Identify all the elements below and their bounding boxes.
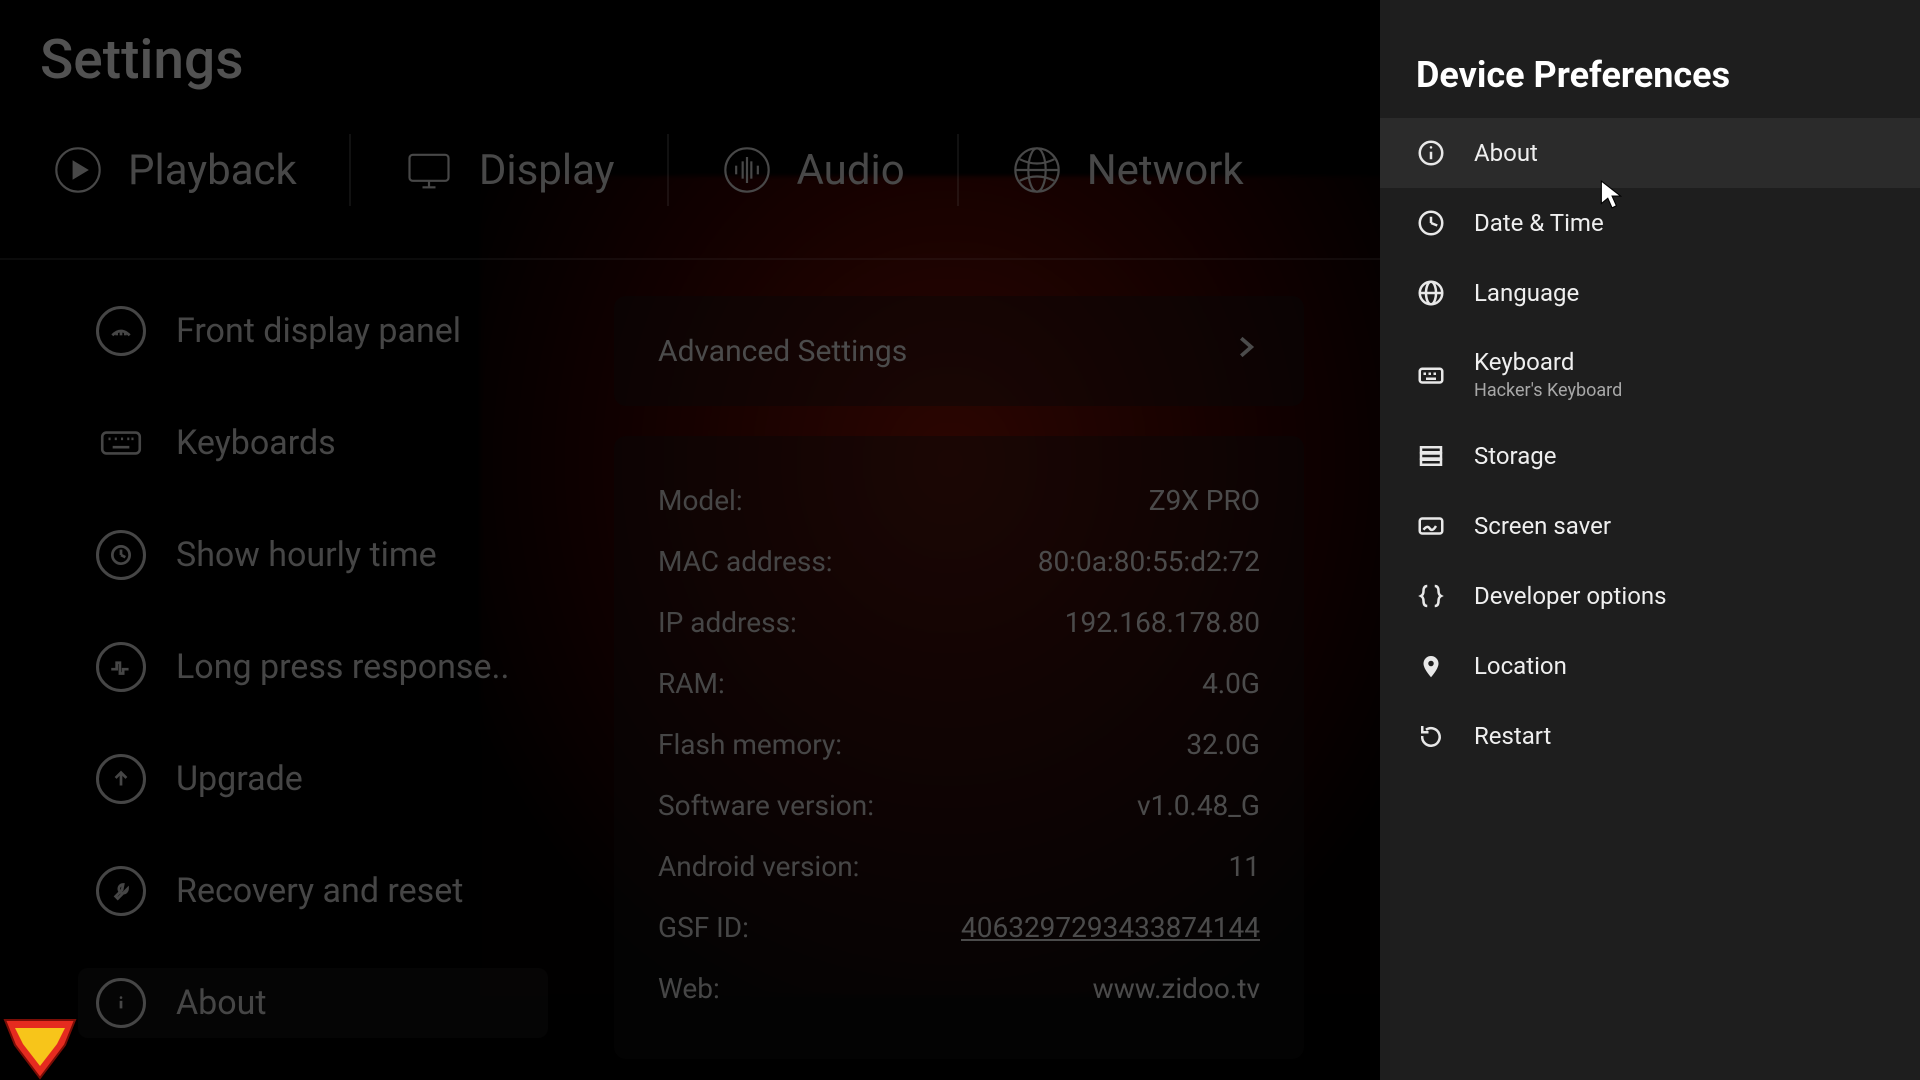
info-value: Z9X PRO [1149,484,1260,517]
drawer-item-storage[interactable]: Storage [1380,421,1920,491]
tab-label: Playback [128,146,297,195]
info-row-model: Model: Z9X PRO [658,470,1260,531]
wrench-icon [96,866,146,916]
info-row-software-version: Software version: v1.0.48_G [658,775,1260,836]
restart-icon [1416,721,1446,751]
drawer-item-developer-options[interactable]: Developer options [1380,561,1920,631]
drawer-item-date-time[interactable]: Date & Time [1380,188,1920,258]
info-icon [96,978,146,1028]
drawer-item-label: Screen saver [1474,512,1611,540]
info-label: Web: [658,972,720,1005]
screensaver-icon [1416,511,1446,541]
braces-icon [1416,581,1446,611]
drawer-item-location[interactable]: Location [1380,631,1920,701]
sidebar-item-keyboards[interactable]: Keyboards [78,408,548,478]
advanced-settings-label: Advanced Settings [658,334,907,369]
info-label: GSF ID: [658,911,749,944]
info-row-web: Web: www.zidoo.tv [658,958,1260,1019]
drawer-item-restart[interactable]: Restart [1380,701,1920,771]
sidebar-item-about[interactable]: About [78,968,548,1038]
sidebar-item-label: Long press response.. [176,647,509,687]
storage-icon [1416,441,1446,471]
tab-audio[interactable]: Audio [667,134,957,206]
info-value: 192.168.178.80 [1065,606,1260,639]
info-value-link[interactable]: 4063297293433874144 [961,911,1260,944]
drawer-item-label: Keyboard [1474,348,1622,376]
info-row-flash: Flash memory: 32.0G [658,714,1260,775]
info-value: 32.0G [1186,728,1260,761]
device-info-card: Model: Z9X PRO MAC address: 80:0a:80:55:… [614,436,1304,1059]
sidebar-item-label: Front display panel [176,311,461,351]
sidebar-item-label: About [176,983,267,1023]
keyboard-icon [1416,360,1446,390]
tab-playback[interactable]: Playback [0,134,349,206]
info-label: Software version: [658,789,874,822]
drawer-item-label: Date & Time [1474,209,1604,237]
drawer-item-label: About [1474,139,1538,167]
drawer-title: Device Preferences [1380,54,1920,118]
chevron-right-icon [1230,332,1260,370]
sidebar-item-front-display-panel[interactable]: Front display panel [78,296,548,366]
tab-display[interactable]: Display [349,134,667,206]
tab-label: Display [479,146,615,195]
globe-icon [1011,144,1063,196]
play-icon [52,144,104,196]
tabs-underline [0,258,1380,260]
info-row-ram: RAM: 4.0G [658,653,1260,714]
app-logo-icon [0,1010,80,1080]
sidebar-item-show-hourly-time[interactable]: Show hourly time [78,520,548,590]
drawer-item-label: Language [1474,279,1579,307]
sidebar-item-upgrade[interactable]: Upgrade [78,744,548,814]
drawer-item-sublabel: Hacker's Keyboard [1474,380,1622,401]
drawer-item-about[interactable]: About [1380,118,1920,188]
sidebar-item-recovery-and-reset[interactable]: Recovery and reset [78,856,548,926]
drawer-item-screen-saver[interactable]: Screen saver [1380,491,1920,561]
info-value: www.zidoo.tv [1093,972,1260,1005]
info-row-gsf-id: GSF ID: 4063297293433874144 [658,897,1260,958]
audio-icon [721,144,773,196]
drawer-item-keyboard[interactable]: Keyboard Hacker's Keyboard [1380,328,1920,421]
info-row-ip: IP address: 192.168.178.80 [658,592,1260,653]
info-label: Android version: [658,850,859,883]
info-icon [1416,138,1446,168]
info-row-android-version: Android version: 11 [658,836,1260,897]
keyboard-icon [96,418,146,468]
clock-icon [96,530,146,580]
globe-icon [1416,278,1446,308]
settings-tabs: Playback Display Audio Network [0,120,1380,220]
tab-label: Audio [797,146,905,195]
advanced-settings-row[interactable]: Advanced Settings [614,296,1304,406]
info-row-mac: MAC address: 80:0a:80:55:d2:72 [658,531,1260,592]
panel-icon [96,306,146,356]
info-value: 80:0a:80:55:d2:72 [1038,545,1260,578]
drawer-item-label: Developer options [1474,582,1667,610]
drawer-item-label: Restart [1474,722,1551,750]
tab-network[interactable]: Network [957,134,1296,206]
info-value: v1.0.48_G [1137,789,1260,822]
info-label: Flash memory: [658,728,842,761]
pulse-icon [96,642,146,692]
sidebar-item-label: Keyboards [176,423,336,463]
page-title: Settings [40,28,244,92]
display-icon [403,144,455,196]
drawer-item-label: Storage [1474,442,1556,470]
sidebar-item-label: Upgrade [176,759,303,799]
location-icon [1416,651,1446,681]
drawer-item-label: Location [1474,652,1567,680]
info-label: MAC address: [658,545,833,578]
info-label: RAM: [658,667,725,700]
sidebar-item-label: Show hourly time [176,535,437,575]
sidebar-item-long-press-response[interactable]: Long press response.. [78,632,548,702]
info-value: 4.0G [1202,667,1260,700]
sidebar-item-label: Recovery and reset [176,871,463,911]
clock-icon [1416,208,1446,238]
info-label: IP address: [658,606,797,639]
drawer-item-language[interactable]: Language [1380,258,1920,328]
device-preferences-drawer: Device Preferences About Date & Time Lan… [1380,0,1920,1080]
info-label: Model: [658,484,743,517]
upgrade-icon [96,754,146,804]
settings-sidebar: Front display panel Keyboards Show hourl… [78,296,548,1038]
tab-label: Network [1087,146,1244,195]
info-value: 11 [1229,850,1260,883]
